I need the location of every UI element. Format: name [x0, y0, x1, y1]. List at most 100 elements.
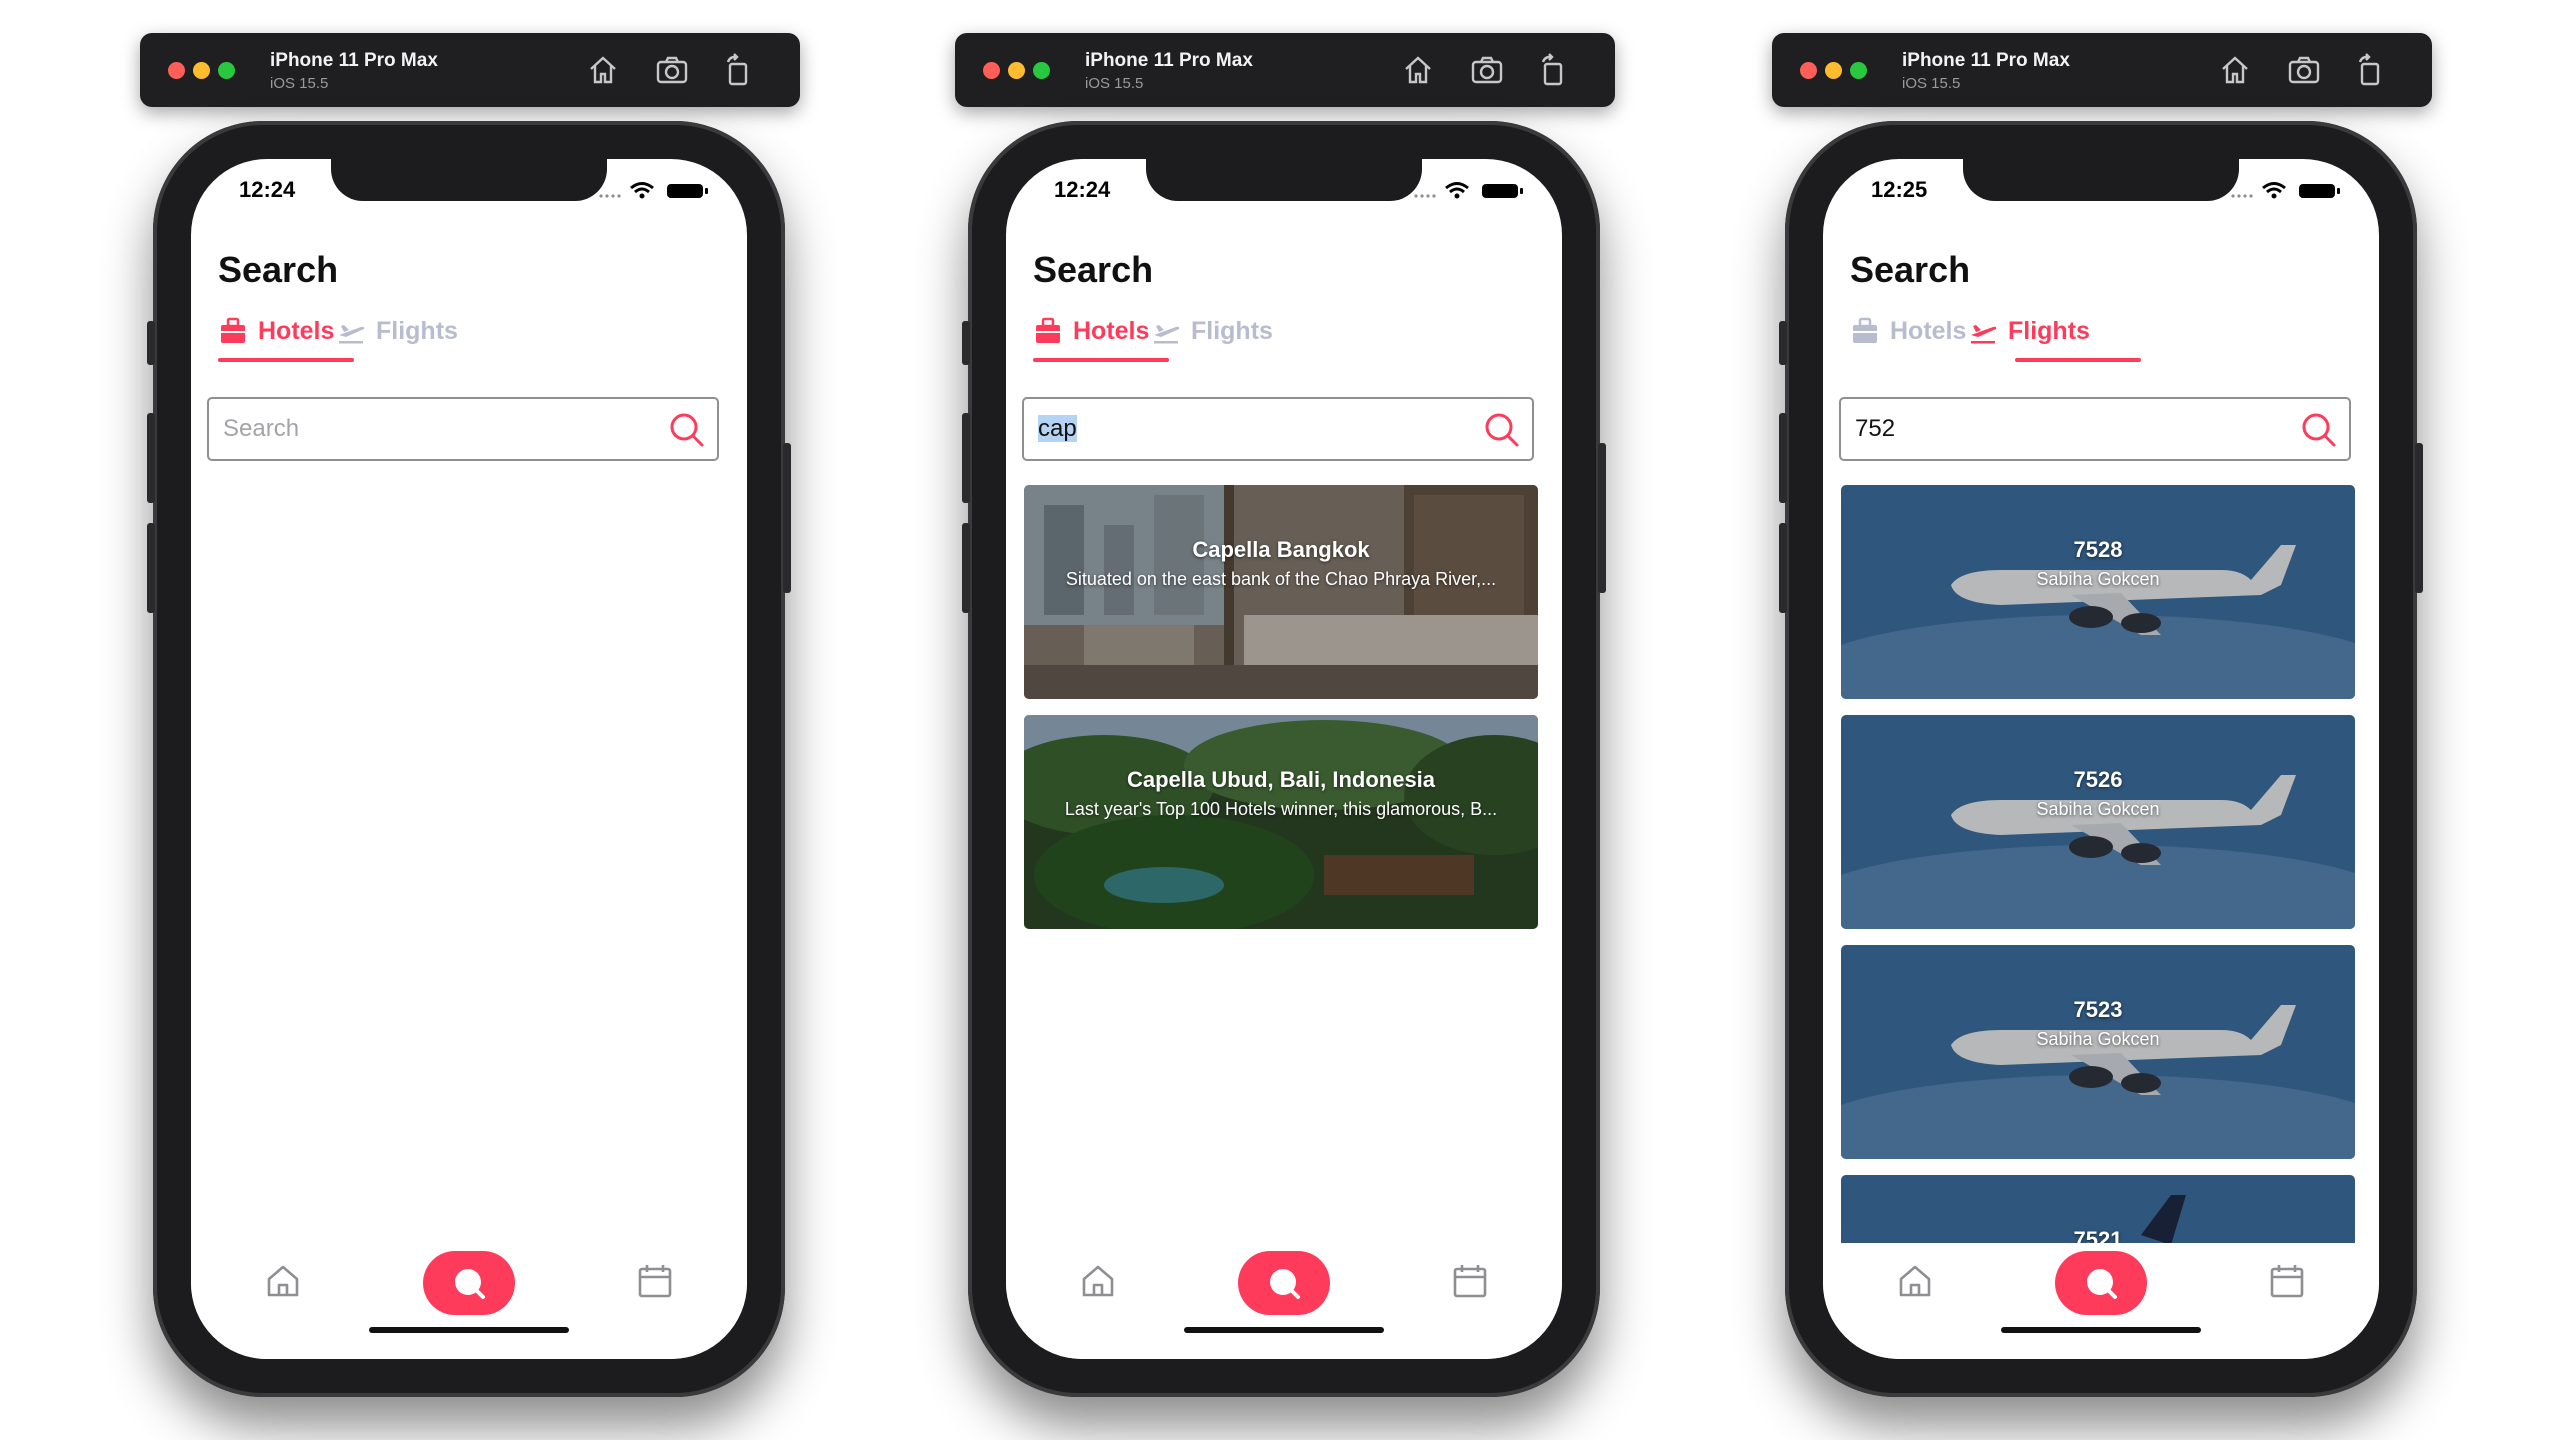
tab-hotels-label: Hotels	[1890, 316, 1967, 345]
close-window-button[interactable]	[168, 62, 185, 79]
active-tab-indicator	[2015, 358, 2141, 362]
tab-flights-label: Flights	[2008, 316, 2090, 345]
flight-card[interactable]: 7521	[1841, 1175, 2355, 1245]
home-icon[interactable]	[585, 52, 621, 88]
results-list: Capella Bangkok Situated on the east ban…	[1024, 485, 1538, 1245]
simulator-window-3: iPhone 11 Pro Max iOS 15.5 12:25 Search …	[1772, 0, 2432, 1440]
silent-switch	[147, 321, 155, 365]
bottom-tab-bar	[1006, 1243, 1562, 1359]
results-list: 7528 Sabiha Gokcen 7526 Sabiha Gokcen 75…	[1841, 485, 2355, 1245]
page-title: Search	[1033, 249, 1154, 290]
notch	[331, 159, 607, 201]
device-name: iPhone 11 Pro Max	[270, 50, 438, 71]
flight-card[interactable]: 7526 Sabiha Gokcen	[1841, 715, 2355, 929]
airplane-photo	[1841, 485, 2355, 699]
hotel-title: Capella Ubud, Bali, Indonesia	[1126, 767, 1436, 792]
close-window-button[interactable]	[1800, 62, 1817, 79]
home-icon[interactable]	[1078, 1261, 1118, 1301]
silent-switch	[962, 321, 970, 365]
home-icon[interactable]	[2217, 52, 2253, 88]
plane-departure-icon	[1968, 316, 1998, 346]
simulator-toolbar: iPhone 11 Pro Max iOS 15.5	[955, 33, 1615, 107]
tab-hotels[interactable]: Hotels	[218, 307, 334, 355]
tab-hotels-label: Hotels	[1073, 316, 1150, 345]
flight-number: 7526	[2073, 767, 2123, 792]
home-indicator[interactable]	[1184, 1327, 1384, 1333]
suitcase-icon	[1850, 316, 1880, 346]
search-icon[interactable]	[667, 410, 707, 450]
plane-departure-icon	[336, 316, 366, 346]
device-name: iPhone 11 Pro Max	[1902, 50, 2070, 71]
tab-flights[interactable]: Flights	[336, 307, 458, 355]
close-window-button[interactable]	[983, 62, 1000, 79]
phone-screen: 12:24 Search Hotels Flights Search	[191, 159, 747, 1359]
screenshot-icon[interactable]	[2286, 52, 2322, 88]
minimize-window-button[interactable]	[1825, 62, 1842, 79]
status-time: 12:25	[1871, 177, 1928, 202]
airplane-photo	[1841, 715, 2355, 929]
flight-number: 7528	[2073, 537, 2123, 562]
device-name: iPhone 11 Pro Max	[1085, 50, 1253, 71]
calendar-icon[interactable]	[2267, 1261, 2307, 1301]
search-tab-button[interactable]	[1238, 1251, 1330, 1315]
plane-departure-icon	[1151, 316, 1181, 346]
phone-screen: 12:24 Search Hotels Flights cap Capella …	[1006, 159, 1562, 1359]
zoom-window-button[interactable]	[1033, 62, 1050, 79]
home-icon[interactable]	[1895, 1261, 1935, 1301]
volume-down-button	[962, 523, 970, 613]
home-icon[interactable]	[1400, 52, 1436, 88]
hotel-description: Situated on the east bank of the Chao Ph…	[1065, 569, 1497, 589]
status-time: 12:24	[1054, 177, 1111, 202]
simulator-toolbar: iPhone 11 Pro Max iOS 15.5	[1772, 33, 2432, 107]
search-tab-button[interactable]	[2055, 1251, 2147, 1315]
volume-up-button	[147, 413, 155, 503]
tab-flights[interactable]: Flights	[1151, 307, 1273, 355]
home-icon[interactable]	[263, 1261, 303, 1301]
status-icons	[597, 179, 717, 201]
silent-switch	[1779, 321, 1787, 365]
search-tab-button[interactable]	[423, 1251, 515, 1315]
search-input[interactable]: 752	[1839, 397, 2351, 461]
screenshot-icon[interactable]	[1469, 52, 1505, 88]
home-indicator[interactable]	[369, 1327, 569, 1333]
rotate-icon[interactable]	[1535, 52, 1571, 88]
search-icon[interactable]	[2299, 410, 2339, 450]
calendar-icon[interactable]	[635, 1261, 675, 1301]
minimize-window-button[interactable]	[1008, 62, 1025, 79]
screenshot-icon[interactable]	[654, 52, 690, 88]
search-input[interactable]: Search	[207, 397, 719, 461]
hotel-card[interactable]: Capella Ubud, Bali, Indonesia Last year'…	[1024, 715, 1538, 929]
simulator-toolbar: iPhone 11 Pro Max iOS 15.5	[140, 33, 800, 107]
iphone-device: 12:24 Search Hotels Flights cap Capella …	[962, 121, 1606, 1397]
selected-search-text: cap	[1038, 415, 1077, 442]
page-title: Search	[1850, 249, 1971, 290]
volume-down-button	[147, 523, 155, 613]
rotate-icon[interactable]	[2352, 52, 2388, 88]
minimize-window-button[interactable]	[193, 62, 210, 79]
iphone-device: 12:24 Search Hotels Flights Search	[147, 121, 791, 1397]
search-icon[interactable]	[1482, 410, 1522, 450]
tab-hotels[interactable]: Hotels	[1850, 307, 1966, 355]
suitcase-icon	[1033, 316, 1063, 346]
status-icons	[1412, 179, 1532, 201]
tab-flights-label: Flights	[376, 316, 458, 345]
flight-airport: Sabiha Gokcen	[2036, 799, 2160, 819]
tab-flights[interactable]: Flights	[1968, 307, 2090, 355]
volume-up-button	[962, 413, 970, 503]
tab-hotels[interactable]: Hotels	[1033, 307, 1149, 355]
search-value: 752	[1855, 415, 1896, 442]
calendar-icon[interactable]	[1450, 1261, 1490, 1301]
flight-card[interactable]: 7528 Sabiha Gokcen	[1841, 485, 2355, 699]
zoom-window-button[interactable]	[218, 62, 235, 79]
search-input[interactable]: cap	[1022, 397, 1534, 461]
zoom-window-button[interactable]	[1850, 62, 1867, 79]
os-version: iOS 15.5	[270, 75, 329, 92]
flight-card[interactable]: 7523 Sabiha Gokcen	[1841, 945, 2355, 1159]
notch	[1146, 159, 1422, 201]
flight-airport: Sabiha Gokcen	[2036, 1029, 2160, 1049]
active-tab-indicator	[218, 358, 354, 362]
hotel-card[interactable]: Capella Bangkok Situated on the east ban…	[1024, 485, 1538, 699]
home-indicator[interactable]	[2001, 1327, 2201, 1333]
search-placeholder: Search	[223, 415, 300, 442]
rotate-icon[interactable]	[720, 52, 756, 88]
